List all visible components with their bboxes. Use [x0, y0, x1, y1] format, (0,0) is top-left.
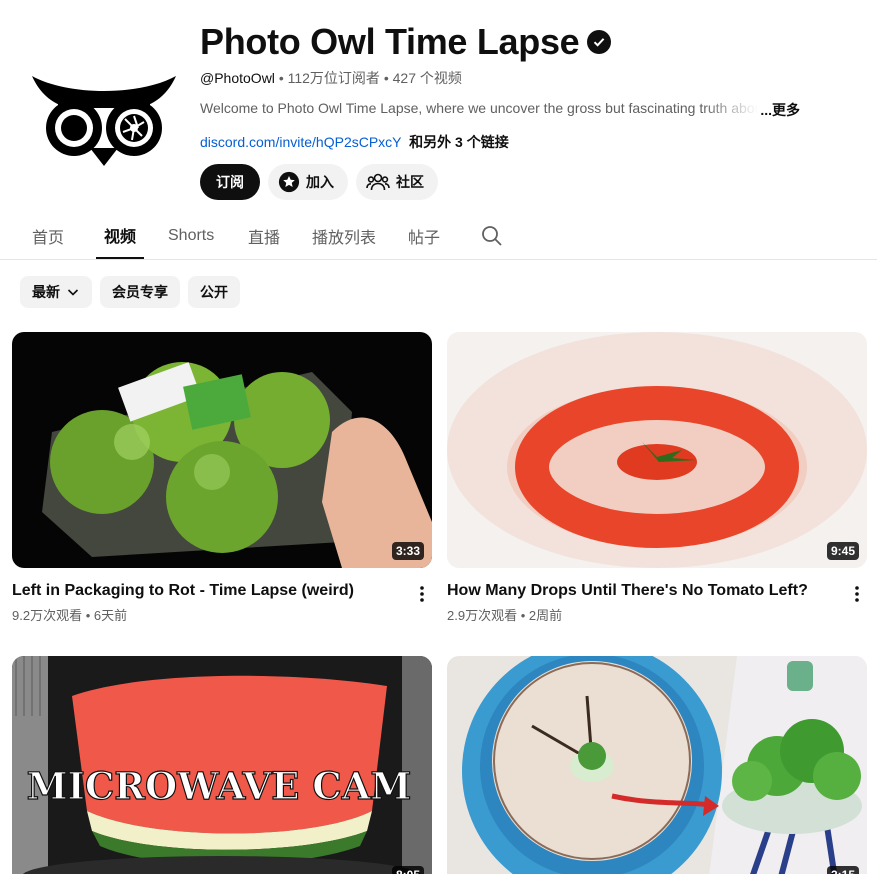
upload-age: 6天前 [93, 608, 128, 623]
video-card[interactable]: 3:33 Left in Packaging to Rot - Time Lap… [12, 332, 432, 623]
video-meta: 2.9万次观看 • 2周前 [447, 605, 562, 624]
search-icon[interactable] [480, 224, 504, 253]
members-chip[interactable]: 会员专享 [100, 276, 180, 308]
discord-link[interactable]: discord.com/invite/hQP2sCPxcY [200, 134, 401, 150]
channel-title-row: Photo Owl Time Lapse [200, 20, 612, 64]
channel-avatar[interactable] [28, 70, 180, 170]
sort-chip[interactable]: 最新 [20, 276, 92, 308]
video-card[interactable]: 3:15 [447, 656, 867, 874]
channel-title: Photo Owl Time Lapse [200, 21, 580, 62]
tab-live[interactable]: 直播 [248, 212, 280, 259]
more-link[interactable]: ...更多 [760, 100, 800, 120]
video-card[interactable]: MICROWAVE CAM 8:05 [12, 656, 432, 874]
video-duration: 8:05 [391, 866, 424, 874]
chevron-down-icon [66, 285, 80, 299]
join-button[interactable]: 加入 [268, 164, 348, 200]
description-text: Welcome to Photo Owl Time Lapse, where w… [200, 100, 759, 116]
channel-handle: @PhotoOwl [200, 70, 275, 86]
sort-label: 最新 [32, 284, 60, 300]
meta-separator: • [278, 70, 284, 86]
community-button[interactable]: 社区 [356, 164, 438, 200]
tab-playlists[interactable]: 播放列表 [312, 212, 376, 259]
subscriber-count: 112万位订阅者 [287, 70, 380, 86]
video-meta: 9.2万次观看 • 6天前 [12, 605, 127, 624]
video-thumbnail[interactable]: 3:15 [447, 656, 867, 874]
video-title[interactable]: How Many Drops Until There's No Tomato L… [447, 582, 808, 600]
subscribe-label: 订阅 [216, 174, 244, 190]
video-duration: 3:33 [391, 542, 424, 560]
subscribe-button[interactable]: 订阅 [200, 164, 260, 200]
meta-separator: • [85, 608, 91, 623]
channel-actions: 订阅 加入 社区 [200, 164, 438, 200]
meta-separator: • [383, 70, 389, 86]
video-duration: 3:15 [826, 866, 859, 874]
thumbnail-overlay-text: MICROWAVE CAM [27, 764, 412, 808]
upload-age: 2周前 [528, 608, 563, 623]
more-links[interactable]: 和另外 3 个链接 [409, 134, 509, 150]
view-count: 9.2万次观看 [12, 608, 83, 623]
video-thumbnail[interactable]: 9:45 [447, 332, 867, 568]
public-chip[interactable]: 公开 [188, 276, 240, 308]
tab-shorts[interactable]: Shorts [168, 212, 214, 259]
video-card[interactable]: 9:45 How Many Drops Until There's No Tom… [447, 332, 867, 623]
video-thumbnail[interactable]: 3:33 [12, 332, 432, 568]
view-count: 2.9万次观看 [447, 608, 518, 623]
people-icon [366, 171, 390, 193]
filter-chips: 最新 会员专享 公开 [20, 276, 240, 308]
meta-separator: • [520, 608, 526, 623]
channel-description[interactable]: Welcome to Photo Owl Time Lapse, where w… [200, 100, 800, 120]
video-duration: 9:45 [826, 542, 859, 560]
community-label: 社区 [396, 174, 424, 190]
more-vert-icon[interactable] [849, 584, 865, 604]
join-label: 加入 [306, 174, 334, 190]
star-icon [278, 171, 300, 193]
channel-links: discord.com/invite/hQP2sCPxcY 和另外 3 个链接 [200, 132, 509, 152]
video-thumbnail[interactable]: MICROWAVE CAM 8:05 [12, 656, 432, 874]
tab-posts[interactable]: 帖子 [408, 212, 440, 259]
more-vert-icon[interactable] [414, 584, 430, 604]
owl-logo-icon [32, 76, 176, 166]
channel-tabs: 首页 视频 Shorts 直播 播放列表 帖子 [0, 212, 877, 260]
video-title[interactable]: Left in Packaging to Rot - Time Lapse (w… [12, 582, 354, 600]
verified-check-icon [587, 30, 612, 54]
video-count: 427 个视频 [392, 70, 462, 86]
tab-videos[interactable]: 视频 [96, 212, 144, 259]
tab-home[interactable]: 首页 [32, 212, 64, 259]
channel-meta: @PhotoOwl • 112万位订阅者 • 427 个视频 [200, 68, 462, 88]
